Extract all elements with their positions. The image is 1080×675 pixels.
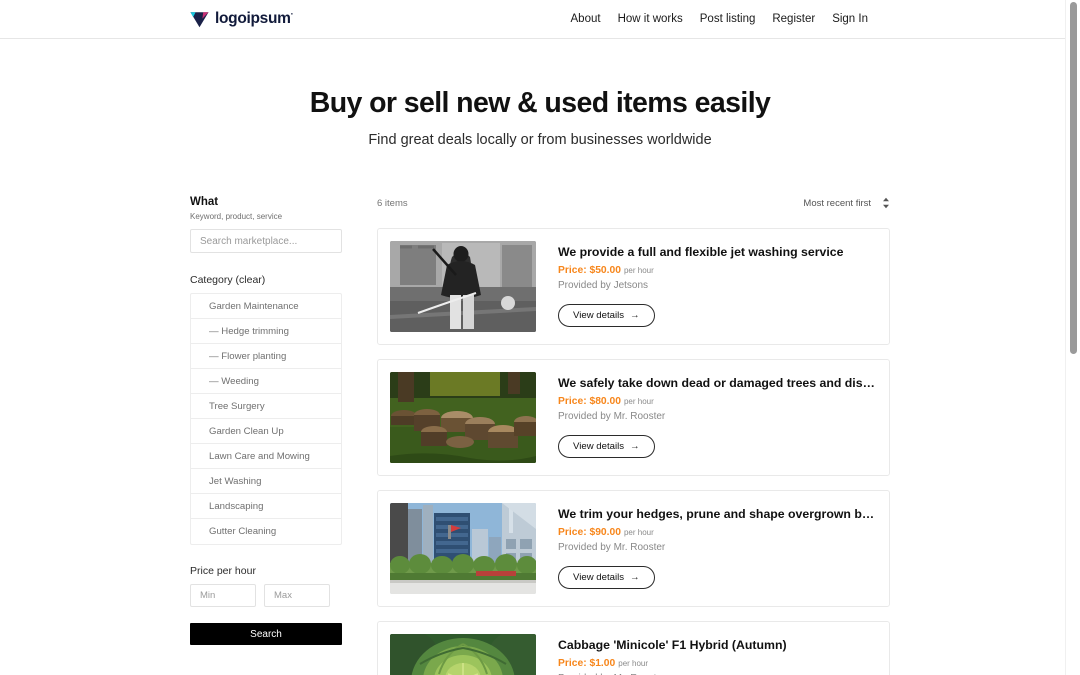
category-item-garden-maintenance[interactable]: Garden Maintenance	[191, 294, 341, 319]
listing-card[interactable]: We safely take down dead or damaged tree…	[377, 359, 890, 476]
triangle-logo-icon	[190, 11, 209, 27]
listing-thumbnail	[390, 503, 536, 594]
listing-details: Cabbage 'Minicole' F1 Hybrid (Autumn) Pr…	[558, 634, 877, 675]
nav-item-sign-in[interactable]: Sign In	[832, 13, 868, 25]
category-item-weeding[interactable]: — Weeding	[191, 369, 341, 394]
sort-chevrons-icon	[883, 197, 889, 209]
results-toolbar: 6 items Most recent first	[377, 195, 890, 211]
what-filter-sublabel: Keyword, product, service	[190, 212, 283, 221]
category-filter-label: Category (clear)	[190, 274, 266, 286]
arrow-right-icon: →	[630, 441, 640, 452]
filters-sidebar: What Keyword, product, service Category …	[190, 195, 342, 645]
listing-provider: Provided by Mr. Rooster	[558, 542, 666, 553]
search-button[interactable]: Search	[190, 623, 342, 645]
category-item-landscaping[interactable]: Landscaping	[191, 494, 341, 519]
view-details-button[interactable]: View details →	[558, 566, 655, 589]
listing-price: Price: $50.00 per hour	[558, 265, 877, 276]
nav-item-how-it-works[interactable]: How it works	[618, 13, 683, 25]
cabbage-photo	[390, 634, 536, 675]
listing-details: We safely take down dead or damaged tree…	[558, 372, 877, 463]
listing-provider: Provided by Jetsons	[558, 280, 649, 291]
listing-provider: Provided by Mr. Rooster	[558, 411, 666, 422]
listing-price-amount: Price: $1.00	[558, 658, 616, 669]
jet-washing-photo	[390, 241, 536, 332]
price-max-input[interactable]	[264, 584, 330, 607]
price-min-input[interactable]	[190, 584, 256, 607]
brand-superscript: ·	[290, 9, 294, 20]
listing-card[interactable]: We provide a full and flexible jet washi…	[377, 228, 890, 345]
what-filter-label: What	[190, 196, 219, 208]
price-range-row	[190, 584, 342, 607]
nav-item-about[interactable]: About	[571, 13, 601, 25]
nav-item-register[interactable]: Register	[772, 13, 815, 25]
listing-price-amount: Price: $50.00	[558, 265, 621, 276]
listing-title: We safely take down dead or damaged tree…	[558, 376, 875, 390]
price-filter-label: Price per hour	[190, 565, 256, 577]
listing-price: Price: $80.00 per hour	[558, 396, 877, 407]
view-details-label: View details	[573, 572, 625, 583]
results-panel: 6 items Most recent first We provide a f…	[377, 195, 890, 675]
view-details-button[interactable]: View details →	[558, 304, 655, 327]
listing-title: We provide a full and flexible jet washi…	[558, 245, 844, 259]
listing-price-unit: per hour	[623, 528, 654, 537]
listing-price-amount: Price: $90.00	[558, 527, 621, 538]
page-subtitle: Find great deals locally or from busines…	[368, 132, 712, 148]
listing-price-unit: per hour	[618, 659, 649, 668]
page-scrollbar[interactable]	[1065, 0, 1080, 675]
category-item-lawn-care-and-mowing[interactable]: Lawn Care and Mowing	[191, 444, 341, 469]
items-count: 6 items	[377, 197, 408, 209]
listing-price-unit: per hour	[623, 266, 654, 275]
category-list: Garden Maintenance — Hedge trimming — Fl…	[190, 293, 342, 545]
view-details-button[interactable]: View details →	[558, 435, 655, 458]
listing-thumbnail	[390, 634, 536, 675]
scrollbar-thumb[interactable]	[1070, 2, 1077, 354]
brand-name: logoipsum·	[215, 9, 294, 28]
page-title: Buy or sell new & used items easily	[309, 87, 771, 119]
tree-stumps-photo	[390, 372, 536, 463]
sort-label: Most recent first	[803, 197, 871, 209]
listing-price: Price: $90.00 per hour	[558, 527, 877, 538]
listing-price: Price: $1.00 per hour	[558, 658, 877, 669]
view-details-label: View details	[573, 310, 625, 321]
arrow-right-icon: →	[630, 572, 640, 583]
arrow-right-icon: →	[630, 310, 640, 321]
category-item-garden-clean-up[interactable]: Garden Clean Up	[191, 419, 341, 444]
category-item-hedge-trimming[interactable]: — Hedge trimming	[191, 319, 341, 344]
listing-details: We provide a full and flexible jet washi…	[558, 241, 877, 332]
listing-price-unit: per hour	[623, 397, 654, 406]
listing-details: We trim your hedges, prune and shape ove…	[558, 503, 877, 594]
nav-item-post-listing[interactable]: Post listing	[700, 13, 756, 25]
listing-card[interactable]: Cabbage 'Minicole' F1 Hybrid (Autumn) Pr…	[377, 621, 890, 675]
listing-title: Cabbage 'Minicole' F1 Hybrid (Autumn)	[558, 638, 787, 652]
category-item-gutter-cleaning[interactable]: Gutter Cleaning	[191, 519, 341, 544]
main-navigation: About How it works Post listing Register…	[571, 13, 869, 25]
view-details-label: View details	[573, 441, 625, 452]
content-area: What Keyword, product, service Category …	[0, 195, 1080, 675]
site-header: logoipsum· About How it works Post listi…	[0, 0, 1080, 39]
city-hedges-photo	[390, 503, 536, 594]
category-item-tree-surgery[interactable]: Tree Surgery	[191, 394, 341, 419]
listing-thumbnail	[390, 241, 536, 332]
listing-title: We trim your hedges, prune and shape ove…	[558, 507, 875, 521]
search-input[interactable]	[190, 229, 342, 253]
category-item-jet-washing[interactable]: Jet Washing	[191, 469, 341, 494]
listing-card[interactable]: We trim your hedges, prune and shape ove…	[377, 490, 890, 607]
category-item-flower-planting[interactable]: — Flower planting	[191, 344, 341, 369]
sort-select[interactable]: Most recent first	[803, 197, 890, 209]
hero-section: Buy or sell new & used items easily Find…	[0, 39, 1080, 148]
listing-thumbnail	[390, 372, 536, 463]
listing-price-amount: Price: $80.00	[558, 396, 621, 407]
brand-logo[interactable]: logoipsum·	[190, 9, 294, 28]
